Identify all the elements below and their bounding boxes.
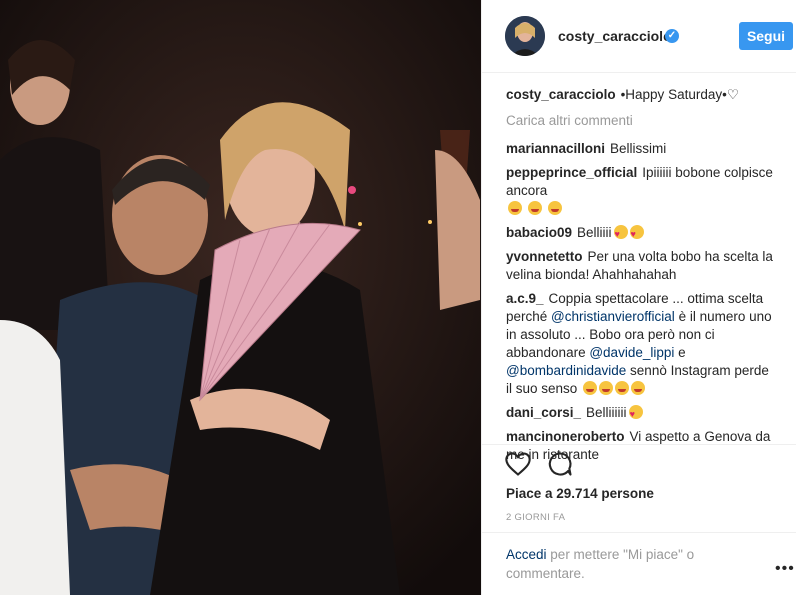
post-header: costy_caracciolo ✓ Segui [482, 0, 796, 73]
avatar-image [505, 16, 545, 56]
caption-text: •Happy Saturday•♡ [620, 87, 739, 102]
divider [482, 532, 796, 533]
more-options-icon[interactable]: ••• [775, 560, 795, 578]
divider [482, 444, 796, 445]
post-photo[interactable] [0, 0, 481, 595]
kissing-emoji-icon [629, 225, 644, 243]
comment-username[interactable]: mariannacilloni [506, 141, 605, 156]
caption: costy_caracciolo •Happy Saturday•♡ [506, 86, 776, 104]
comment-text: Bellissimi [610, 141, 667, 156]
comment-text: e [678, 345, 686, 360]
post-actions [504, 450, 584, 480]
comment-bubble-icon[interactable] [546, 450, 574, 478]
comment-text: Belliiii [577, 225, 612, 240]
comment-item: babacio09 Belliiii [506, 224, 776, 243]
comment-item: a.c.9_ Coppia spettacolare ... ottima sce… [506, 290, 776, 398]
comment-item: mariannacilloni Bellissimi [506, 140, 776, 158]
kissing-emoji-icon [613, 225, 628, 243]
comment-username[interactable]: dani_corsi_ [506, 405, 581, 420]
mention-link[interactable]: @bombardinidavide [506, 363, 626, 378]
mention-link[interactable]: @christianvierofficial [551, 309, 675, 324]
like-heart-icon[interactable] [504, 450, 532, 478]
comments-list: costy_caracciolo •Happy Saturday•♡ Carica… [506, 86, 776, 470]
heart-eyes-emoji-icon [628, 405, 643, 423]
comment-username[interactable]: yvonnetetto [506, 249, 583, 264]
comment-username[interactable]: peppeprince_official [506, 165, 637, 180]
verified-badge-icon: ✓ [665, 29, 679, 43]
mention-link[interactable]: @davide_lippi [589, 345, 674, 360]
laughing-emoji-icon [547, 201, 562, 215]
grimacing-emoji-icon [583, 381, 598, 395]
comment-username[interactable]: a.c.9_ [506, 291, 544, 306]
photo-illustration [0, 0, 481, 595]
comment-item: dani_corsi_ Belliiiiii [506, 404, 776, 423]
likes-count[interactable]: Piace a 29.714 persone [506, 486, 654, 501]
comment-username[interactable]: babacio09 [506, 225, 572, 240]
caption-username[interactable]: costy_caracciolo [506, 87, 616, 102]
laughing-emoji-icon [508, 201, 522, 215]
post-timestamp[interactable]: 2 GIORNI FA [506, 512, 565, 523]
comments-panel: costy_caracciolo ✓ Segui costy_caracciol… [481, 0, 796, 595]
avatar[interactable] [505, 16, 545, 56]
login-prompt: Accedi per mettere "Mi piace" o commenta… [506, 545, 746, 583]
comment-text: Belliiiiii [586, 405, 627, 420]
follow-button[interactable]: Segui [739, 22, 793, 50]
load-more-comments[interactable]: Carica altri commenti [506, 112, 776, 130]
comment-item: peppeprince_official Ipiiiiii bobone colp… [506, 164, 776, 218]
username[interactable]: costy_caracciolo [558, 28, 672, 44]
grimacing-emoji-icon [631, 381, 646, 395]
login-link[interactable]: Accedi [506, 547, 547, 562]
comment-item: yvonnetetto Per una volta bobo ha scelta … [506, 248, 776, 284]
comment-username[interactable]: mancinoneroberto [506, 429, 625, 444]
grimacing-emoji-icon [615, 381, 630, 395]
laughing-emoji-icon [527, 201, 542, 215]
grimacing-emoji-icon [599, 381, 614, 395]
instagram-post: costy_caracciolo ✓ Segui costy_caracciol… [0, 0, 796, 595]
